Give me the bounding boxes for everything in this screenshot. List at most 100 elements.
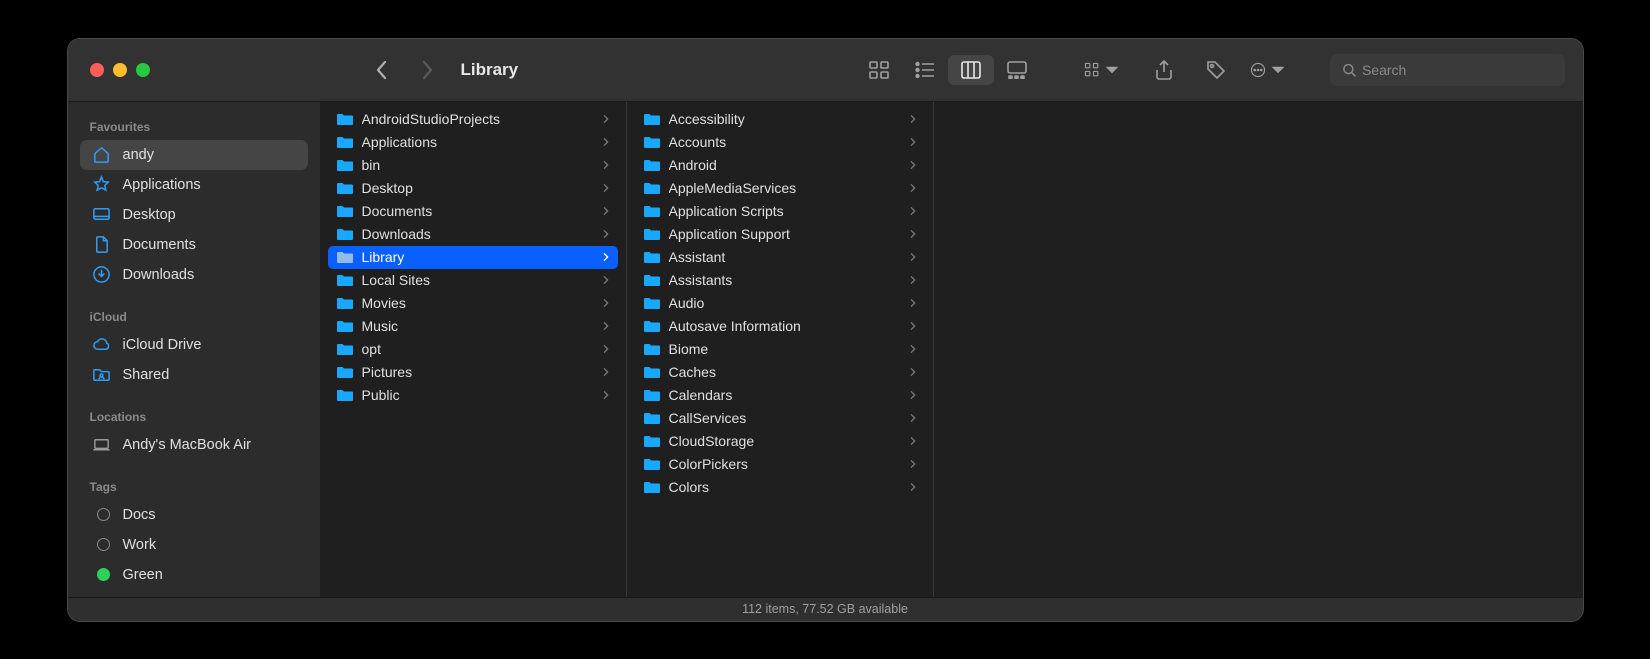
documents-icon — [92, 235, 112, 255]
folder-row[interactable]: Pictures — [328, 361, 618, 384]
folder-row[interactable]: Documents — [328, 200, 618, 223]
close-button[interactable] — [90, 63, 104, 77]
status-bar: 112 items, 77.52 GB available — [68, 597, 1583, 621]
sidebar-item[interactable]: Desktop — [80, 200, 308, 230]
gallery-icon — [1007, 61, 1027, 79]
folder-row[interactable]: Accessibility — [635, 108, 925, 131]
maximize-button[interactable] — [136, 63, 150, 77]
folder-label: AndroidStudioProjects — [362, 111, 594, 127]
folder-row[interactable]: Assistant — [635, 246, 925, 269]
folder-row[interactable]: Colors — [635, 476, 925, 499]
chevron-right-icon — [420, 60, 434, 80]
sidebar-item-label: Shared — [123, 367, 170, 383]
sidebar-item[interactable]: Docs — [80, 500, 308, 530]
chevron-down-icon — [1270, 59, 1286, 81]
folder-row[interactable]: Application Scripts — [635, 200, 925, 223]
sidebar-heading: Tags — [80, 474, 308, 500]
sidebar-item[interactable]: Downloads — [80, 260, 308, 290]
folder-label: Calendars — [669, 387, 901, 403]
folder-row[interactable]: Movies — [328, 292, 618, 315]
folder-label: Music — [362, 318, 594, 334]
folder-row[interactable]: Caches — [635, 361, 925, 384]
folder-label: Library — [362, 249, 594, 265]
gallery-view-button[interactable] — [994, 55, 1040, 85]
column-view-button[interactable] — [948, 55, 994, 85]
search-icon — [1342, 62, 1356, 78]
sidebar-item[interactable]: Work — [80, 530, 308, 560]
folder-row[interactable]: AppleMediaServices — [635, 177, 925, 200]
folder-row[interactable]: Public — [328, 384, 618, 407]
minimize-button[interactable] — [113, 63, 127, 77]
list-view-button[interactable] — [902, 55, 948, 85]
folder-row[interactable]: bin — [328, 154, 618, 177]
sidebar-heading: iCloud — [80, 304, 308, 330]
folder-row[interactable]: CallServices — [635, 407, 925, 430]
sidebar-item[interactable]: Applications — [80, 170, 308, 200]
folder-row[interactable]: Local Sites — [328, 269, 618, 292]
folder-row[interactable]: Library — [328, 246, 618, 269]
folder-row[interactable]: opt — [328, 338, 618, 361]
folder-row[interactable]: Music — [328, 315, 618, 338]
sidebar-item-label: Desktop — [123, 207, 176, 223]
window-title: Library — [461, 60, 519, 80]
shared-folder-icon — [92, 365, 112, 385]
sidebar-item-label: Downloads — [123, 267, 195, 283]
sidebar-item[interactable]: iCloud Drive — [80, 330, 308, 360]
folder-label: bin — [362, 157, 594, 173]
folder-label: Audio — [669, 295, 901, 311]
sidebar-section: FavouritesandyApplicationsDesktopDocumen… — [80, 114, 308, 290]
folder-row[interactable]: Android — [635, 154, 925, 177]
folder-row[interactable]: Autosave Information — [635, 315, 925, 338]
folder-label: Local Sites — [362, 272, 594, 288]
share-button[interactable] — [1146, 55, 1182, 85]
sidebar-item-label: Work — [123, 537, 157, 553]
applications-icon — [92, 175, 112, 195]
forward-button[interactable] — [417, 60, 437, 80]
status-text: 112 items, 77.52 GB available — [742, 602, 908, 616]
folder-row[interactable]: Application Support — [635, 223, 925, 246]
sidebar-item-label: andy — [123, 147, 154, 163]
column[interactable]: Accessibility Accounts AndroidAppleMediaSe… — [627, 102, 934, 597]
folder-row[interactable]: Audio — [635, 292, 925, 315]
group-by-button[interactable] — [1084, 55, 1120, 85]
folder-row[interactable]: Calendars — [635, 384, 925, 407]
sidebar-item[interactable]: Shared — [80, 360, 308, 390]
folder-row[interactable]: Assistants — [635, 269, 925, 292]
sidebar-item[interactable]: Andy's MacBook Air — [80, 430, 308, 460]
columns-area: AndroidStudioProjects Applications bin Desk… — [320, 102, 1583, 597]
nav-buttons — [372, 60, 437, 80]
tag-circle-icon — [92, 535, 112, 555]
folder-label: Biome — [669, 341, 901, 357]
folder-label: Application Support — [669, 226, 901, 242]
home-icon — [92, 145, 112, 165]
tags-button[interactable] — [1198, 55, 1234, 85]
folder-label: Assistant — [669, 249, 901, 265]
folder-label: Caches — [669, 364, 901, 380]
folder-row[interactable]: Applications — [328, 131, 618, 154]
sidebar-item[interactable]: Green — [80, 560, 308, 590]
search-box[interactable] — [1330, 54, 1565, 86]
folder-row[interactable]: Desktop — [328, 177, 618, 200]
window-controls — [68, 63, 172, 77]
folder-row[interactable]: ColorPickers — [635, 453, 925, 476]
ellipsis-circle-icon — [1250, 59, 1266, 81]
folder-row[interactable]: Downloads — [328, 223, 618, 246]
more-actions-button[interactable] — [1250, 55, 1286, 85]
folder-label: Movies — [362, 295, 594, 311]
folder-label: Accessibility — [669, 111, 901, 127]
folder-row[interactable]: AndroidStudioProjects — [328, 108, 618, 131]
folder-label: Downloads — [362, 226, 594, 242]
folder-row[interactable]: Accounts — [635, 131, 925, 154]
folder-row[interactable]: Biome — [635, 338, 925, 361]
sidebar-item[interactable]: andy — [80, 140, 308, 170]
search-input[interactable] — [1362, 62, 1553, 78]
back-button[interactable] — [372, 60, 392, 80]
folder-label: Accounts — [669, 134, 901, 150]
sidebar-item[interactable]: Documents — [80, 230, 308, 260]
chevron-down-icon — [1104, 59, 1120, 81]
icon-view-button[interactable] — [856, 55, 902, 85]
view-mode-group — [856, 55, 1040, 85]
folder-row[interactable]: CloudStorage — [635, 430, 925, 453]
column[interactable]: AndroidStudioProjects Applications bin Desk… — [320, 102, 627, 597]
folder-label: Autosave Information — [669, 318, 901, 334]
